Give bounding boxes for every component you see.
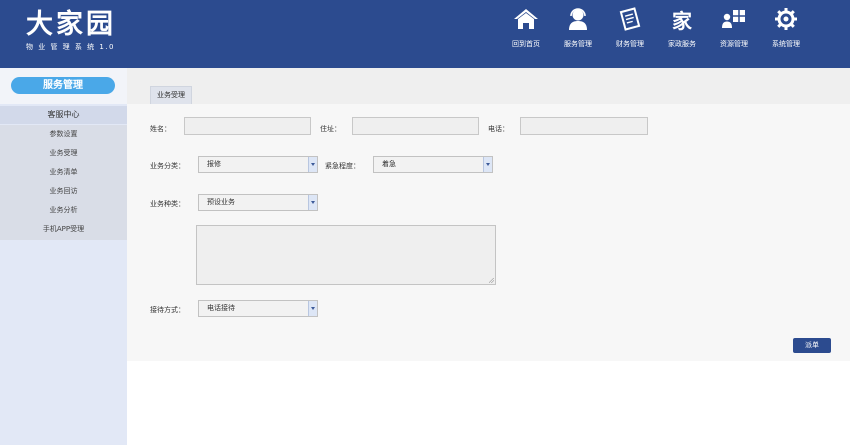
tab-business-accept[interactable]: 业务受理 (150, 86, 192, 104)
chevron-down-icon (308, 157, 317, 172)
sidebar-item-business-list[interactable]: 业务清单 (0, 163, 127, 182)
sidebar-title[interactable]: 服务管理 (11, 77, 115, 94)
reception-select[interactable]: 电话接待 (198, 300, 318, 317)
nav-resource-label: 资源管理 (720, 40, 748, 48)
finance-document-icon (615, 4, 645, 34)
sidebar-item-business-analysis[interactable]: 业务分析 (0, 201, 127, 220)
nav-system-label: 系统管理 (772, 40, 800, 48)
sidebar-item-mobile-app[interactable]: 手机APP受理 (0, 220, 127, 239)
resize-grip-icon[interactable] (489, 278, 494, 283)
sidebar-item-business-accept[interactable]: 业务受理 (0, 144, 127, 163)
nav-finance[interactable]: 财务管理 (604, 4, 656, 49)
nav-resource[interactable]: 资源管理 (708, 4, 760, 49)
urgency-value: 着急 (382, 160, 396, 168)
service-agent-icon (563, 4, 593, 34)
nav-home[interactable]: 回到首页 (500, 4, 552, 49)
name-label: 姓名： (150, 125, 171, 133)
sidebar-menu: 参数设置 业务受理 业务清单 业务回访 业务分析 手机APP受理 (0, 125, 127, 240)
tab-bar: 业务受理 (127, 68, 850, 104)
nav-home-service-label: 家政服务 (668, 40, 696, 48)
resource-people-icon (719, 4, 749, 34)
sidebar: 服务管理 客服中心 参数设置 业务受理 业务清单 业务回访 业务分析 手机APP… (0, 68, 127, 445)
category-label: 业务分类： (150, 162, 185, 170)
phone-label: 电话： (488, 125, 509, 133)
nav-service-label: 服务管理 (564, 40, 592, 48)
address-input[interactable] (352, 117, 479, 135)
logo-subtitle: 物 业 管 理 系 统 1.0 (26, 43, 115, 51)
category-select[interactable]: 报修 (198, 156, 318, 173)
reception-label: 接待方式： (150, 306, 185, 314)
nav-finance-label: 财务管理 (616, 40, 644, 48)
reception-value: 电话接待 (207, 304, 235, 312)
gear-icon (771, 4, 801, 34)
chevron-down-icon (308, 301, 317, 316)
nav-home-service[interactable]: 家 家政服务 (656, 4, 708, 49)
home-service-glyph: 家 (672, 8, 692, 33)
main-content: 业务受理 姓名： 住址： 电话： 业务分类： 报修 紧急程度： 着急 业务种类：… (127, 68, 850, 361)
home-icon (511, 4, 541, 34)
chevron-down-icon (483, 157, 492, 172)
address-label: 住址： (320, 125, 341, 133)
top-header: 大家园 物 业 管 理 系 统 1.0 回到首页 服务管理 财务管理 家 家政服… (0, 0, 850, 68)
logo-title: 大家园 (26, 9, 116, 40)
sidebar-header: 服务管理 (0, 68, 127, 104)
chevron-down-icon (308, 195, 317, 210)
dispatch-button[interactable]: 派单 (793, 338, 831, 353)
nav-system[interactable]: 系统管理 (760, 4, 812, 49)
nav-service[interactable]: 服务管理 (552, 4, 604, 49)
urgency-select[interactable]: 着急 (373, 156, 493, 173)
type-select[interactable]: 预设业务 (198, 194, 318, 211)
logo: 大家园 物 业 管 理 系 统 1.0 (26, 10, 116, 52)
type-label: 业务种类： (150, 200, 185, 208)
home-service-glyph-icon: 家 (667, 4, 697, 34)
top-nav: 回到首页 服务管理 财务管理 家 家政服务 资源管理 系统管理 (500, 4, 812, 49)
nav-home-label: 回到首页 (512, 40, 540, 48)
category-value: 报修 (207, 160, 221, 168)
sidebar-section-customer-service[interactable]: 客服中心 (0, 106, 127, 124)
sidebar-item-business-followup[interactable]: 业务回访 (0, 182, 127, 201)
urgency-label: 紧急程度： (325, 162, 360, 170)
phone-input[interactable] (520, 117, 648, 135)
name-input[interactable] (184, 117, 311, 135)
details-textarea[interactable] (196, 225, 496, 285)
type-value: 预设业务 (207, 198, 235, 206)
sidebar-item-parameters[interactable]: 参数设置 (0, 125, 127, 144)
